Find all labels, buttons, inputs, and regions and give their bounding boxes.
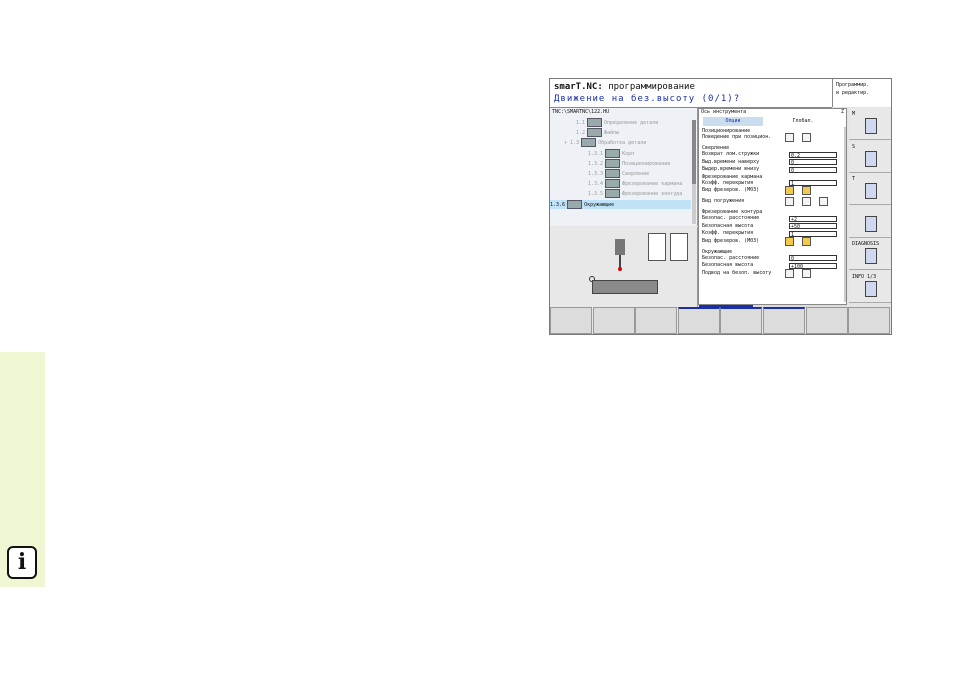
form-label: Выдер.времени внизу <box>702 166 760 173</box>
form-label: Поведение при позицион. <box>702 134 772 141</box>
form-scrollbar[interactable] <box>844 127 846 302</box>
tree-item[interactable]: 1.3.6 Окружающие <box>550 199 691 209</box>
form-label: Вид фрезеров. (M03) <box>702 187 760 194</box>
program-tree: TNC:\SMARTNC\122.HU 1.1 Определение детал… <box>550 108 698 226</box>
bottom-softkey[interactable] <box>677 307 720 334</box>
tool-holder-graphic <box>615 239 625 255</box>
bottom-softkey[interactable] <box>592 307 635 334</box>
form-label: Коэфф. перекрытия <box>702 179 754 186</box>
step-icon <box>587 118 603 127</box>
form-label: Вид погружения <box>702 198 745 205</box>
step-icon <box>567 199 583 209</box>
tree-item[interactable]: ▾ 1.3 Обработка детали <box>564 138 646 148</box>
tool-shank-graphic <box>619 255 621 267</box>
side-softkey[interactable]: M <box>849 108 891 140</box>
horizontal-softkeys <box>550 307 891 334</box>
tree-item[interactable]: 1.3.5 Фрезерование контура <box>588 189 682 199</box>
softkey-graphic-icon <box>865 215 877 232</box>
bottom-softkey[interactable] <box>763 307 805 334</box>
tool-axis-label: Ось инструмента <box>701 109 747 115</box>
tree-scrollbar[interactable] <box>692 120 696 224</box>
bottom-softkey[interactable] <box>805 307 848 334</box>
form-label: Безопас. расстояние <box>702 215 760 222</box>
tree-item[interactable]: 1.3.1 Корп <box>588 148 634 158</box>
option-icon[interactable] <box>785 133 794 143</box>
form-label: Безопасная высота <box>702 222 754 229</box>
screen-header: smarT.NC: программирование Движение на б… <box>550 79 832 108</box>
mode-title: программирование <box>608 82 695 92</box>
bottom-softkey[interactable] <box>720 307 763 334</box>
step-icon <box>605 179 621 189</box>
form-input[interactable]: 1 <box>789 230 837 238</box>
option-icon[interactable] <box>785 236 794 246</box>
retract-option-icon-b <box>670 233 688 261</box>
side-softkey[interactable]: S <box>849 140 891 173</box>
tree-item[interactable]: 1.1 Определение детали <box>576 118 658 127</box>
step-icon <box>581 138 597 148</box>
tree-item[interactable]: 1.3.2 Позиционирование <box>588 158 670 168</box>
option-icon[interactable] <box>819 197 828 207</box>
option-icon[interactable] <box>785 197 794 207</box>
form-label: Выд.времени наверху <box>702 158 760 165</box>
softkey-graphic-icon <box>865 150 877 167</box>
bottom-softkey[interactable] <box>550 307 592 334</box>
side-softkey[interactable]: T <box>849 173 891 205</box>
dialog-prompt: Движение на без.высоту (0/1)? <box>554 94 741 104</box>
tree-item[interactable]: 1.3.3 Сверление <box>588 169 649 178</box>
step-icon <box>605 148 621 158</box>
side-softkey[interactable] <box>849 205 891 238</box>
form-input[interactable]: 0 <box>789 255 837 262</box>
side-softkey[interactable]: INFO 1/3 <box>849 270 891 303</box>
step-icon <box>605 189 621 199</box>
workpiece-graphic <box>592 280 658 294</box>
form-label: Возврат лом.стружки <box>702 151 760 158</box>
option-icon[interactable] <box>802 268 811 278</box>
vertical-softkeys: M S T DIAGNOSIS INFO 1/3 <box>849 108 891 304</box>
step-icon <box>605 158 621 168</box>
form-label: Коэфф. перекрытия <box>702 230 754 237</box>
option-icon[interactable] <box>802 197 811 207</box>
form-label: Вид фрезеров. (M03) <box>702 237 760 244</box>
app-name: smarT.NC: <box>554 82 603 92</box>
form-input[interactable]: +2 <box>789 215 837 223</box>
bottom-softkey[interactable] <box>635 307 678 334</box>
form-input[interactable]: 0.2 <box>789 151 837 159</box>
option-icon[interactable] <box>802 186 811 196</box>
tnc-screen: smarT.NC: программирование Движение на б… <box>549 78 892 335</box>
option-icon[interactable] <box>785 268 794 278</box>
info-icon: i <box>7 546 37 579</box>
form-input[interactable]: +50 <box>789 223 837 230</box>
option-icon[interactable] <box>802 236 811 246</box>
form-label: Подвод на безоп. высоту <box>702 269 772 276</box>
side-softkey[interactable]: DIAGNOSIS <box>849 238 891 270</box>
tab-options[interactable]: Опции <box>703 117 763 126</box>
option-icon[interactable] <box>802 133 811 143</box>
form-label: Безопас. расстояние <box>702 254 760 261</box>
form-input[interactable]: +100 <box>789 262 837 270</box>
softkey-graphic-icon <box>865 280 877 297</box>
parameter-form: Ось инструмента Z Опции Глобал. Позицион… <box>698 108 847 305</box>
step-icon <box>605 169 621 178</box>
retract-option-icon-a <box>648 233 666 261</box>
form-input[interactable]: 1 <box>789 180 837 187</box>
softkey-graphic-icon <box>865 183 877 199</box>
option-icon[interactable] <box>785 186 794 196</box>
form-input[interactable]: 0 <box>789 166 837 174</box>
tool-axis-value: Z <box>840 109 844 115</box>
file-path: TNC:\SMARTNC\122.HU <box>552 109 610 115</box>
tab-global[interactable]: Глобал. <box>769 117 837 126</box>
tree-item[interactable]: 1.2 Файлы <box>576 128 619 138</box>
form-label: Безопасная высота <box>702 262 754 269</box>
bottom-softkey[interactable] <box>848 307 891 334</box>
softkey-graphic-icon <box>865 248 877 264</box>
step-icon <box>587 128 603 138</box>
softkey-graphic-icon <box>865 118 877 134</box>
tool-point-marker <box>618 267 622 271</box>
tree-item[interactable]: 1.3.4 Фрезерование кармана <box>588 179 682 189</box>
mode-panel[interactable]: Программир. и редактир. <box>832 79 891 107</box>
form-input[interactable]: 0 <box>789 159 837 166</box>
